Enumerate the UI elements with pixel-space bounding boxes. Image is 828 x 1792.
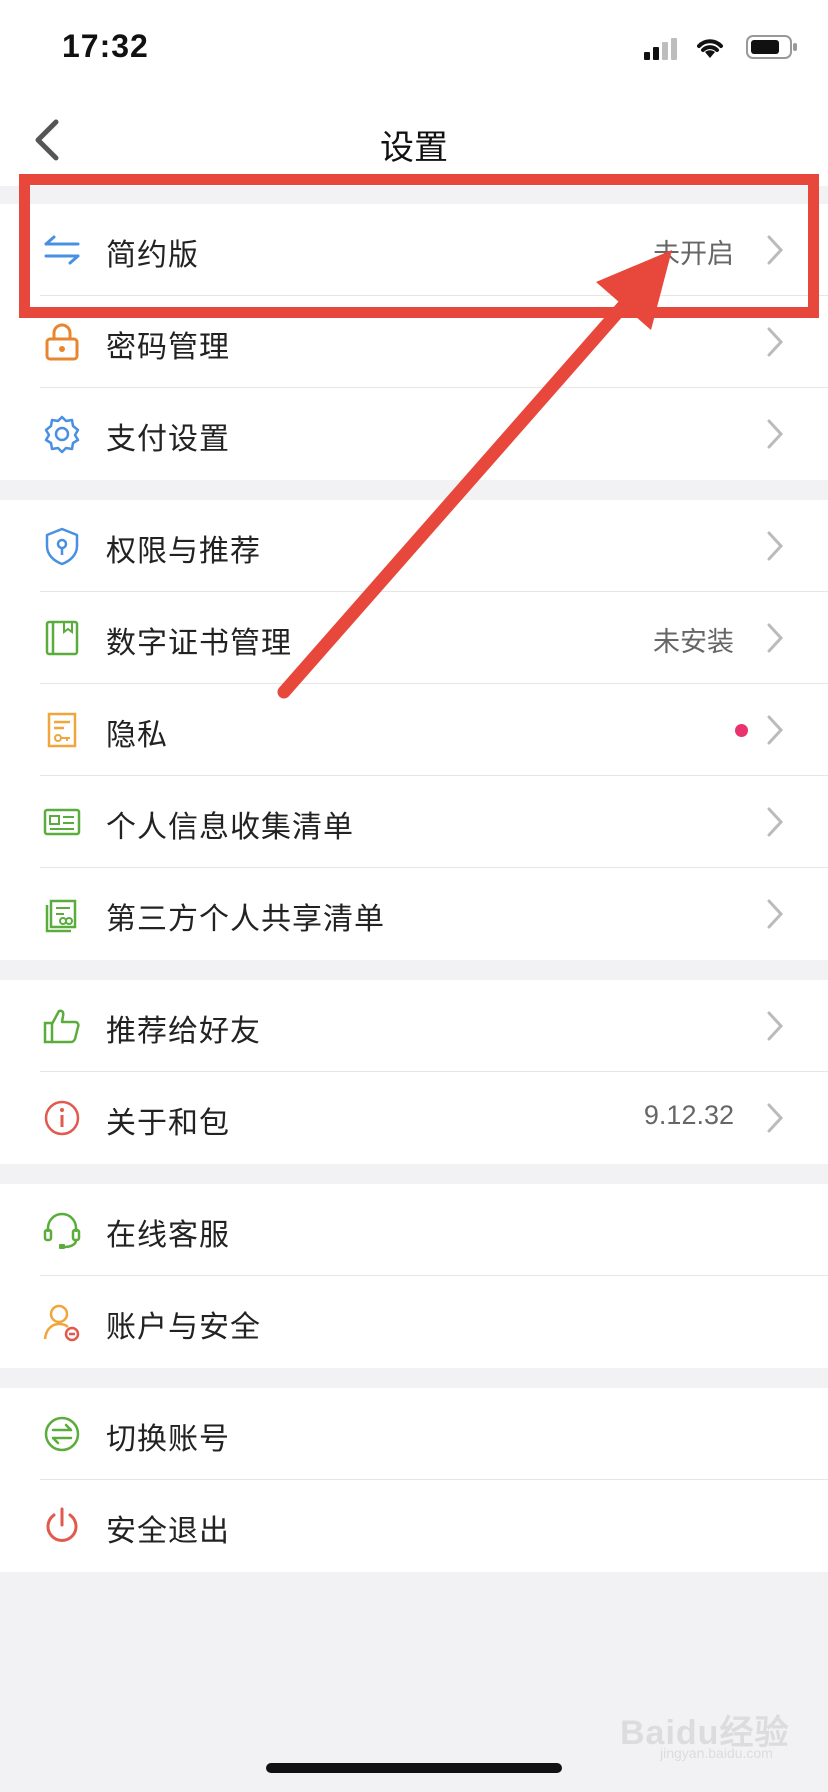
info-icon (44, 1100, 80, 1136)
row-label: 推荐给好友 (106, 1015, 261, 1048)
settings-row-certificate[interactable]: 数字证书管理 未安装 (0, 592, 828, 684)
row-label: 隐私 (106, 719, 168, 752)
row-label: 个人信息收集清单 (106, 811, 354, 844)
shield-icon (45, 527, 79, 566)
row-label: 支付设置 (106, 423, 230, 456)
chevron-right-icon (767, 807, 784, 837)
settings-row-customer-service[interactable]: 在线客服 (0, 1184, 828, 1276)
row-label: 第三方个人共享清单 (106, 903, 385, 936)
wifi-icon (697, 39, 723, 58)
chevron-right-icon (767, 899, 784, 929)
chevron-right-icon (767, 419, 784, 449)
row-label: 密码管理 (106, 331, 230, 364)
nav-bar: 设置 (0, 100, 828, 186)
signal-icon (644, 38, 677, 60)
gear-icon (44, 415, 80, 454)
power-icon (46, 1507, 78, 1542)
settings-row-about[interactable]: 关于和包 9.12.32 (0, 1072, 828, 1164)
switch-account-icon (44, 1416, 80, 1452)
row-label: 数字证书管理 (106, 627, 292, 660)
row-label: 关于和包 (106, 1107, 230, 1140)
home-indicator (266, 1763, 562, 1773)
baidu-watermark-url: jingyan.baidu.com (660, 1745, 773, 1761)
chevron-right-icon (767, 235, 784, 265)
row-label: 简约版 (106, 239, 199, 272)
settings-row-recommend[interactable]: 推荐给好友 (0, 980, 828, 1072)
headset-icon (43, 1212, 81, 1249)
battery-icon (746, 35, 797, 59)
chevron-right-icon (767, 623, 784, 653)
settings-row-third-party-sharing[interactable]: 第三方个人共享清单 (0, 868, 828, 960)
chevron-right-icon (767, 531, 784, 561)
row-label: 账户与安全 (106, 1311, 261, 1344)
swap-arrows-icon (44, 235, 80, 265)
status-time: 17:32 (62, 28, 149, 64)
chevron-right-icon (767, 1103, 784, 1133)
settings-row-info-collection[interactable]: 个人信息收集清单 (0, 776, 828, 868)
version-value: 9.12.32 (643, 1100, 734, 1130)
settings-row-switch-account[interactable]: 切换账号 (0, 1388, 828, 1480)
settings-row-payment[interactable]: 支付设置 (0, 388, 828, 480)
row-label: 安全退出 (106, 1515, 230, 1548)
settings-section-3: 推荐给好友 关于和包 9.12.32 (0, 980, 828, 1164)
thumbs-up-icon (43, 1009, 80, 1044)
unread-dot (735, 724, 748, 737)
settings-section-1: 简约版 未开启 密码管理 支付设置 (0, 204, 828, 480)
page-title: 设置 (380, 129, 448, 167)
chevron-right-icon (767, 1011, 784, 1041)
row-value: 未安装 (653, 627, 734, 657)
chevron-right-icon (767, 327, 784, 357)
settings-row-password[interactable]: 密码管理 (0, 296, 828, 388)
status-bar: 17:32 (0, 0, 828, 100)
settings-row-permissions[interactable]: 权限与推荐 (0, 500, 828, 592)
row-value: 未开启 (653, 239, 734, 269)
shared-list-icon (45, 899, 77, 933)
lock-icon (45, 323, 79, 361)
settings-row-logout[interactable]: 安全退出 (0, 1480, 828, 1572)
row-label: 切换账号 (106, 1423, 230, 1456)
settings-row-simple-mode[interactable]: 简约版 未开启 (0, 204, 828, 296)
certificate-book-icon (45, 620, 79, 656)
document-key-icon (47, 712, 77, 748)
row-label: 权限与推荐 (106, 535, 261, 568)
settings-row-privacy[interactable]: 隐私 (0, 684, 828, 776)
settings-section-2: 权限与推荐 数字证书管理 未安装 隐私 个人信息收集清单 第三方个人共享清单 (0, 500, 828, 960)
settings-section-4: 在线客服 账户与安全 (0, 1184, 828, 1368)
row-label: 在线客服 (106, 1219, 230, 1252)
id-card-icon (43, 808, 81, 836)
settings-row-account-security[interactable]: 账户与安全 (0, 1276, 828, 1368)
user-lock-icon (43, 1304, 80, 1342)
chevron-right-icon (767, 715, 784, 745)
settings-section-5: 切换账号 安全退出 (0, 1388, 828, 1572)
